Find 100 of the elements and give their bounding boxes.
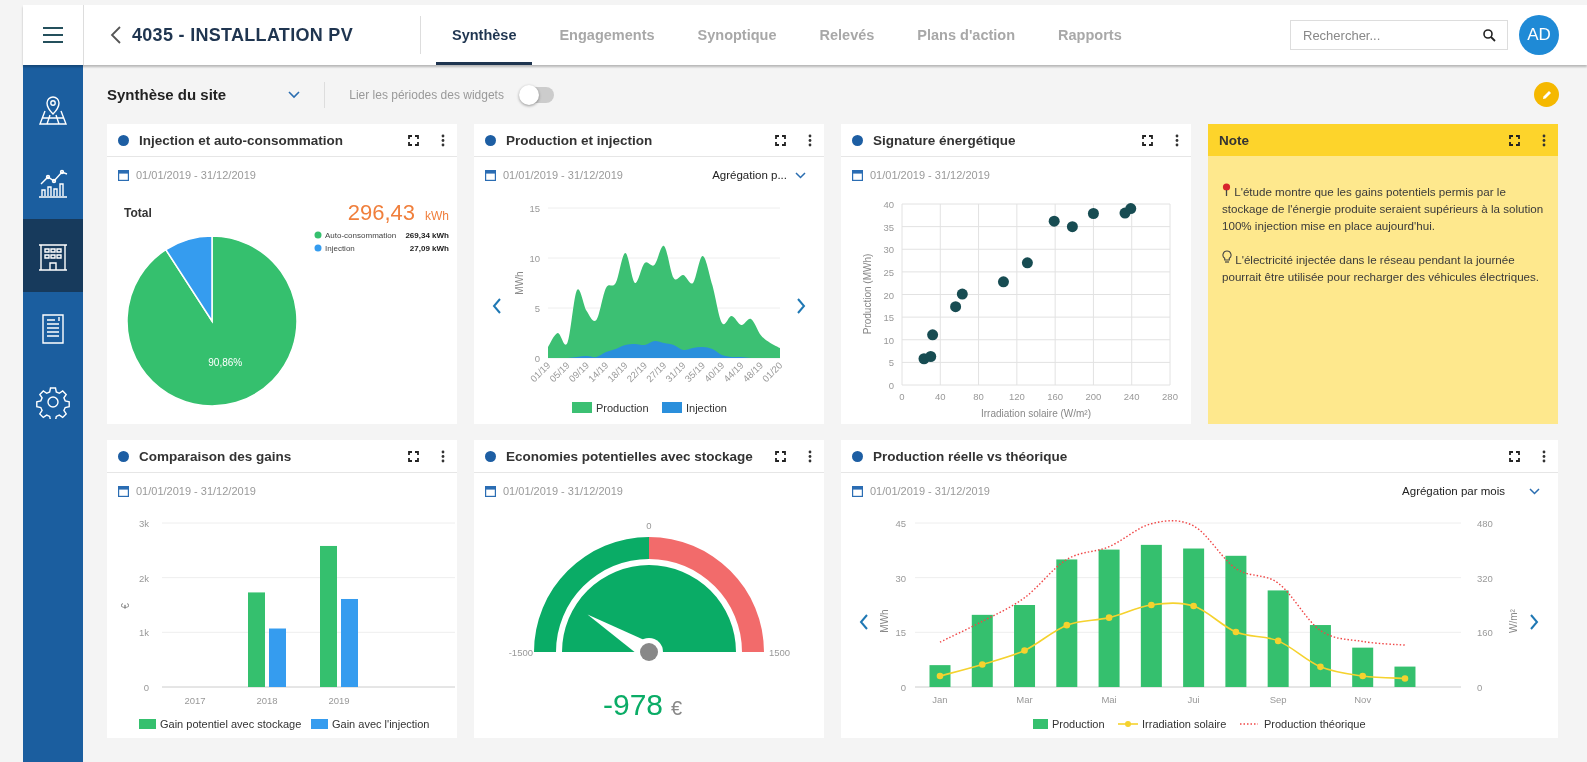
axis-tick-label: 1k: [138, 627, 149, 639]
legend-label: Irradiation solaire: [1142, 718, 1227, 730]
axis-tick-label: 5: [534, 303, 540, 314]
legend-label: Production: [596, 402, 649, 414]
axis-tick-label: 240: [1123, 391, 1140, 402]
note-text: L'électricité injectée dans le réseau pendant la journée pourrait être utilisée pour recharger des véhicules électriques.: [1222, 250, 1544, 286]
legend-label: Production théorique: [1264, 718, 1366, 730]
axis-tick-label: 20: [883, 289, 894, 301]
axis-tick-label: 15: [529, 203, 540, 214]
status-dot: [118, 134, 129, 146]
axis-title: €: [120, 603, 131, 609]
expand-icon[interactable]: [1140, 132, 1155, 148]
gauge-label: 1500: [769, 647, 791, 658]
calendar-icon: [118, 485, 129, 497]
aggregation-dropdown[interactable]: Agrégation p...: [712, 169, 806, 181]
scatter-point: [1125, 203, 1137, 215]
scatter-point: [1066, 221, 1078, 233]
legend-value: 27,09 kWh: [409, 244, 449, 253]
chevron-down-icon[interactable]: [288, 90, 301, 99]
axis-tick-label: 160: [1477, 627, 1493, 639]
widget-title: Signature énergétique: [873, 132, 1016, 148]
status-dot: [118, 450, 129, 462]
axis-tick-label: 25: [883, 266, 894, 278]
bar: [1309, 625, 1331, 687]
aggregation-dropdown[interactable]: Agrégation par mois: [1402, 485, 1540, 497]
axis-tick-label: 120: [1008, 391, 1025, 402]
nav-tab[interactable]: Plans d'action: [901, 5, 1032, 65]
axis-tick-label: Nov: [1354, 694, 1372, 705]
view-dropdown[interactable]: Synthèse du site: [107, 86, 301, 103]
expand-icon[interactable]: [1507, 132, 1522, 148]
point: [1190, 602, 1197, 610]
status-dot: [485, 450, 496, 462]
axis-title: W/m²: [1508, 609, 1519, 633]
note-text: L'étude montre que les gains potentiels permis par le stockage de l'énergie produite seraient supérieurs à la solution 100% injection mise en place aujourd'hui.: [1222, 183, 1544, 234]
axis-tick-label: 0: [534, 353, 540, 364]
toggle-switch[interactable]: [519, 86, 554, 103]
site-title: 4035 - INSTALLATION PV: [132, 24, 353, 46]
axis-tick-label: 320: [1477, 572, 1493, 584]
scatter-point: [997, 276, 1009, 288]
expand-icon[interactable]: [406, 132, 421, 148]
calendar-icon: [852, 485, 863, 497]
bar: [1352, 647, 1374, 687]
search-field[interactable]: Rechercher...: [1290, 20, 1508, 50]
calendar-icon: [485, 169, 496, 181]
scatter-point: [950, 301, 962, 313]
lightbulb-icon: [1222, 250, 1232, 265]
chevron-down-icon[interactable]: [795, 171, 806, 179]
point: [1232, 628, 1240, 636]
axis-tick-label: 0: [899, 391, 905, 402]
expand-icon[interactable]: [773, 448, 788, 464]
point: [1274, 637, 1282, 645]
axis-tick-label: 3k: [138, 518, 149, 529]
point: [1063, 621, 1071, 629]
total-unit: kWh: [425, 209, 449, 223]
axis-tick-label: 10: [883, 334, 894, 346]
point: [978, 661, 986, 668]
nav-tab[interactable]: Synoptique: [681, 5, 793, 65]
scatter-point: [956, 288, 968, 300]
axis-title: MWh: [879, 609, 890, 633]
date-range: 01/01/2019 - 31/12/2019: [136, 485, 256, 497]
nav-tab[interactable]: Rapports: [1042, 5, 1138, 65]
calendar-icon: [852, 169, 863, 181]
scatter-point: [1048, 215, 1060, 227]
axis-tick-label: 2019: [328, 695, 350, 706]
axis-tick-label: 15: [895, 627, 906, 639]
gauge-unit: €: [671, 697, 683, 719]
point: [1359, 672, 1366, 680]
axis-title: MWh: [514, 271, 525, 295]
search-icon[interactable]: [1483, 29, 1496, 42]
nav-tab[interactable]: Synthèse: [435, 5, 533, 65]
axis-tick-label: 2017: [184, 695, 206, 706]
sidebar-item[interactable]: [23, 219, 83, 292]
expand-icon[interactable]: [1507, 448, 1522, 464]
point: [1021, 647, 1028, 654]
expand-icon[interactable]: [773, 132, 788, 148]
scatter-point: [925, 351, 937, 362]
nav-tab[interactable]: Relevés: [803, 5, 891, 65]
legend-label: Gain potentiel avec stockage: [160, 718, 302, 730]
axis-tick-label: 15: [883, 312, 894, 324]
axis-tick-label: 0: [900, 682, 906, 693]
bar: [269, 628, 286, 687]
axis-tick-label: 0: [1477, 682, 1483, 693]
chevron-down-icon[interactable]: [1529, 487, 1540, 495]
expand-icon[interactable]: [406, 448, 421, 464]
slice-label: 90,86%: [208, 356, 243, 368]
widget-title: Note: [1219, 132, 1249, 148]
settings-icon: [36, 384, 70, 419]
date-range: 01/01/2019 - 31/12/2019: [870, 169, 990, 181]
legend-label: Injection: [686, 402, 727, 414]
axis-tick-label: Mar: [1016, 694, 1033, 705]
axis-tick-label: 30: [895, 572, 906, 584]
axis-tick-label: 480: [1477, 518, 1493, 529]
axis-tick-label: 45: [895, 518, 906, 529]
date-range: 01/01/2019 - 31/12/2019: [870, 485, 990, 497]
legend-label: Auto-consommation: [325, 231, 397, 240]
status-dot: [852, 450, 863, 462]
nav-tab[interactable]: Engagements: [543, 5, 671, 65]
axis-tick-label: 2018: [256, 695, 278, 706]
axis-tick-label: 10: [529, 253, 540, 264]
user-avatar[interactable]: AD: [1519, 15, 1559, 55]
